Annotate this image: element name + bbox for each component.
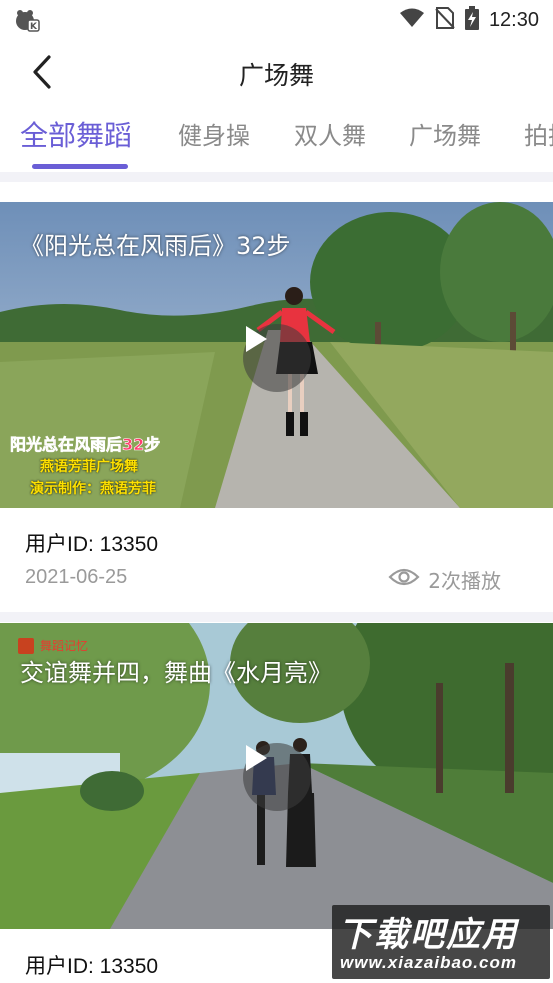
channel-logo-icon — [18, 637, 34, 654]
play-button[interactable] — [243, 743, 311, 811]
app-badge-icon: K — [14, 8, 40, 36]
wifi-icon — [399, 7, 425, 33]
post-date: 2021-06-25 — [25, 566, 128, 588]
overlay-line: 演示制作：燕语芳菲 — [30, 481, 156, 497]
svg-text:K: K — [30, 22, 38, 32]
channel-tag-label: 舞蹈记忆 — [40, 639, 89, 653]
page-title: 广场舞 — [238, 61, 314, 90]
site-watermark: 下载吧应用 www.xiazaibao.com — [332, 905, 550, 979]
tab-fitness[interactable]: 健身操 — [178, 114, 250, 160]
overlay-line: 阳光总在风雨后32步 — [10, 435, 161, 455]
tab-all-dances[interactable]: 全部舞蹈 — [20, 114, 132, 160]
uploader-id: 用户ID: 13350 — [25, 955, 159, 978]
channel-tag: 舞蹈记忆 — [18, 637, 88, 654]
video-thumbnail[interactable]: 舞蹈记忆 交谊舞并四，舞曲《水月亮》 — [0, 623, 553, 929]
watermark-url: www.xiazaibao.com — [340, 953, 517, 972]
uploader-id: 用户ID: 13350 — [25, 533, 159, 556]
clock: 12:30 — [488, 8, 539, 31]
video-title: 交谊舞并四，舞曲《水月亮》 — [20, 659, 332, 687]
play-count-label: 2次播放 — [428, 569, 501, 593]
tab-couple-dance[interactable]: 双人舞 — [294, 114, 366, 160]
category-tabs: 全部舞蹈 健身操 双人舞 广场舞 拍拍 — [0, 114, 553, 172]
section-divider — [0, 172, 553, 182]
no-sim-icon — [435, 6, 455, 34]
overlay-line: 燕语芳菲广场舞 — [40, 459, 138, 475]
status-bar: K 12:30 — [0, 0, 553, 40]
battery-charging-icon — [464, 6, 479, 34]
tab-square-dance[interactable]: 广场舞 — [409, 114, 481, 160]
watermark-title: 下载吧应用 — [338, 915, 518, 955]
video-overlay-caption: 阳光总在风雨后32步 燕语芳菲广场舞 演示制作：燕语芳菲 — [10, 434, 161, 500]
tab-more[interactable]: 拍拍 — [524, 114, 553, 160]
play-count: 2次播放 — [388, 565, 501, 594]
play-button[interactable] — [243, 324, 311, 392]
top-bar: 广场舞 — [0, 44, 553, 106]
card-divider — [0, 612, 553, 622]
video-thumbnail[interactable]: 《阳光总在风雨后》32步 阳光总在风雨后32步 燕语芳菲广场舞 演示制作：燕语芳… — [0, 202, 553, 508]
active-tab-indicator — [32, 164, 128, 169]
video-title: 《阳光总在风雨后》32步 — [20, 232, 291, 260]
eye-icon — [388, 567, 420, 592]
